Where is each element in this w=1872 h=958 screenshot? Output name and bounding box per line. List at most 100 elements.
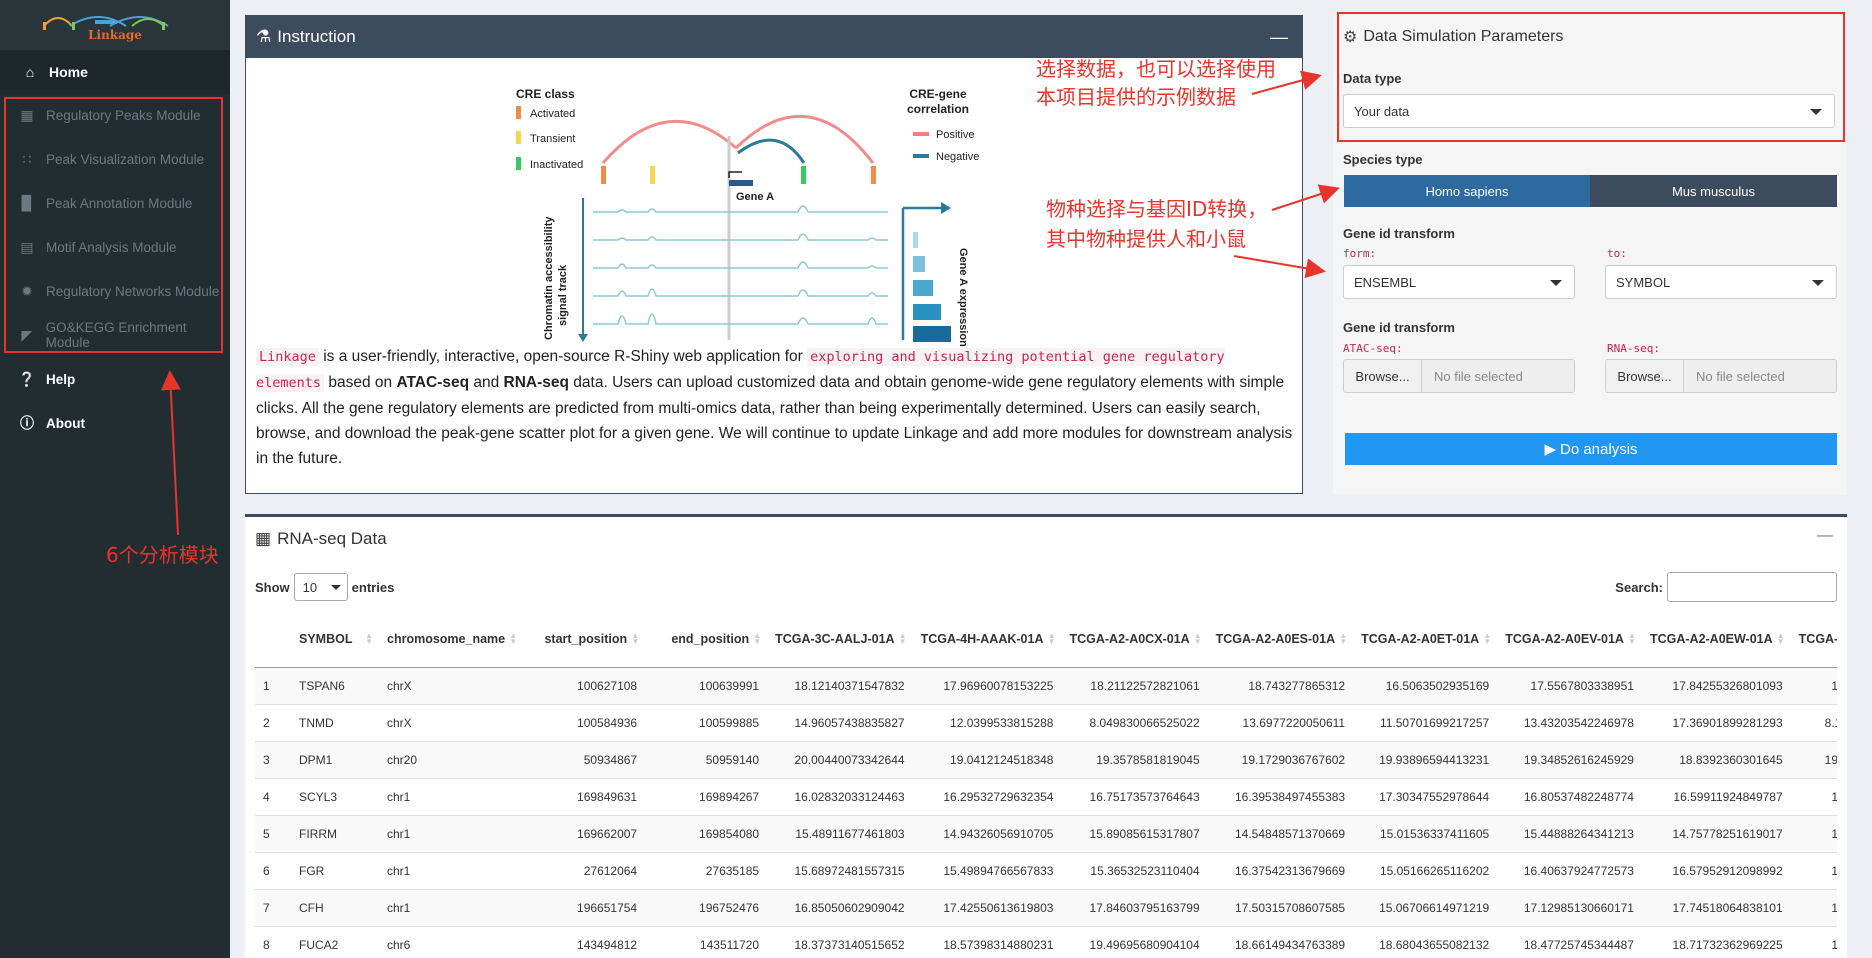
to-select[interactable]: SYMBOL (1605, 265, 1837, 299)
table-cell: TNMD (291, 703, 379, 741)
column-header[interactable]: TCGA-A2-A0EX-01A▲▼ (1790, 611, 1837, 668)
table-cell: 12.0399533815288 (912, 703, 1062, 741)
table-body: 1 TSPAN6 chrX 100627108 100639991 18.12140371… (255, 666, 1837, 958)
activated-label: Activated (530, 108, 575, 120)
table-cell: 6 (255, 851, 291, 889)
column-header[interactable]: TCGA-A2-A0EV-01A ▲ ▼ (1497, 611, 1642, 668)
table-row[interactable]: 1 TSPAN6 chrX 100627108 100639991 18.12140371… (255, 666, 1837, 704)
search-input[interactable] (1667, 572, 1837, 602)
table-cell: 17.84603795163799 (1061, 888, 1208, 926)
table-cell: 16.59911924849787 (1641, 777, 1791, 815)
table-row[interactable]: 4 SCYL3 chr1 169849631 169894267 16.028320331… (255, 777, 1837, 815)
table-cell: 17.42550613619803 (912, 888, 1062, 926)
table-row[interactable]: 5 FIRRM chr1 169662007 169854080 15.489116774… (255, 814, 1837, 852)
table-cell: 17.50315708607585 (1207, 888, 1354, 926)
table-cell: chr1 (379, 888, 524, 926)
column-header[interactable]: TCGA-A2-A0ET-01A ▲ ▼ (1353, 611, 1498, 668)
form-select[interactable]: ENSEMBL (1343, 265, 1575, 299)
table-cell: 143511720 (645, 925, 768, 958)
atac-browse-button[interactable]: Browse... (1344, 360, 1422, 392)
column-header[interactable]: chromosome_name ▲ ▼ (379, 611, 524, 668)
rna-browse-button[interactable]: Browse... (1606, 360, 1684, 392)
sidebar-item-label: About (46, 415, 85, 431)
table-cell: 17.30347552978644 (1353, 777, 1498, 815)
table-cell: chr6 (379, 925, 524, 958)
do-analysis-button[interactable]: ▶ Do analysis (1345, 433, 1837, 465)
table-cell: 16.37542313679669 (1207, 851, 1354, 889)
column-header[interactable]: TCGA-A2-A0ES-01A ▲ ▼ (1207, 611, 1354, 668)
table-cell: 17.96960078153225 (912, 666, 1062, 704)
table-row[interactable]: 3 DPM1 chr20 50934867 50959140 20.00440073342… (255, 740, 1837, 778)
table-cell: 18.743277865312 (1207, 666, 1354, 704)
search-control: Search: (1615, 572, 1837, 602)
to-label: to: (1607, 247, 1627, 260)
column-header[interactable]: TCGA-A2-A0EW-01A ▲ ▼ (1641, 611, 1791, 668)
table-cell: 15.36532523110404 (1061, 851, 1208, 889)
data-type-label: Data type (1343, 71, 1402, 86)
column-header[interactable]: TCGA-4H-AAAK-01A ▲ ▼ (912, 611, 1062, 668)
column-header[interactable]: end_position ▲ ▼ (645, 611, 768, 668)
sidebar-item-about[interactable]: ⓘ About (0, 401, 230, 445)
table-cell: 17.5567803338951 (1497, 666, 1642, 704)
table-cell: 196752476 (645, 888, 768, 926)
sort-icon: ▲ ▼ (1483, 631, 1492, 646)
table-row[interactable]: 7 CFH chr1 196651754 196752476 16.85050602909… (255, 888, 1837, 926)
table-cell: 14.96057438835827 (767, 703, 913, 741)
table-cell: 16.39538497455383 (1207, 777, 1354, 815)
table-cell: 50959140 (645, 740, 768, 778)
table-cell: 18.12140371547832 (767, 666, 913, 704)
parameters-panel: ⚙ Data Simulation Parameters Data type Y… (1333, 12, 1847, 495)
to-value: SYMBOL (1616, 274, 1671, 290)
table-cell: chr1 (379, 777, 524, 815)
sort-icon: ▲ ▼ (631, 631, 640, 646)
sidebar-item-help[interactable]: ❔ Help (0, 357, 230, 401)
table-cell: 18.71732362969225 (1641, 925, 1791, 958)
y-label-2: signal track (557, 264, 569, 326)
rna-seq-label: RNA-seq: (1607, 342, 1660, 355)
table-cell: 18.21122572821061 (1061, 666, 1208, 704)
play-icon: ▶ (1544, 441, 1556, 458)
table-row[interactable]: 8 FUCA2 chr6 143494812 143511720 18.373731405… (255, 925, 1837, 958)
table-cell: 16.80537482248774 (1497, 777, 1642, 815)
species-homo-sapiens[interactable]: Homo sapiens (1344, 175, 1590, 207)
table-cell: 15.68972481557315 (767, 851, 913, 889)
table-row[interactable]: 6 FGR chr1 27612064 27635185 15.6897248155731… (255, 851, 1837, 889)
collapse-button[interactable]: — (1817, 527, 1833, 545)
data-type-select[interactable]: Your data (1343, 94, 1835, 128)
modules-highlight-box (4, 97, 223, 353)
table-cell: chr1 (379, 851, 524, 889)
table-cell: 5 (255, 814, 291, 852)
column-header[interactable]: TCGA-3C-AALJ-01A ▲ ▼ (767, 611, 913, 668)
params-title-text: Data Simulation Parameters (1363, 28, 1564, 45)
species-mus-musculus[interactable]: Mus musculus (1590, 175, 1837, 207)
rna-file-input[interactable]: Browse... No file selected (1605, 359, 1837, 393)
atac-file-input[interactable]: Browse... No file selected (1343, 359, 1575, 393)
form-value: ENSEMBL (1354, 274, 1417, 290)
species-annotation-2: 其中物种提供人和小鼠 (1046, 227, 1246, 251)
table-cell: 15.06706614971219 (1353, 888, 1498, 926)
table-cell: 20.00440073342644 (767, 740, 913, 778)
table-row[interactable]: 2 TNMD chrX 100584936 100599885 14.9605743883… (255, 703, 1837, 741)
table-cell: 143494812 (523, 925, 646, 958)
sidebar-item-home[interactable]: ⌂ Home (0, 50, 230, 94)
rna-seq-header: ▦ RNA-seq Data (255, 529, 387, 549)
column-header[interactable]: TCGA-A2-A0CX-01A ▲ ▼ (1061, 611, 1208, 668)
table-cell: 18.37373140515652 (767, 925, 913, 958)
table-cell: chrX (379, 666, 524, 704)
entries-select[interactable]: 10 (293, 573, 348, 601)
table-cell: 19.0665242773131 (1790, 740, 1837, 778)
table-cell: 169854080 (645, 814, 768, 852)
column-header[interactable]: start_position ▲ ▼ (523, 611, 646, 668)
rna-seq-panel: ▦ RNA-seq Data — Show 10 entries Search:… (245, 514, 1847, 958)
table-cell: 18.57398314880231 (912, 925, 1062, 958)
sort-icon: ▲ ▼ (1776, 631, 1785, 646)
table-cell: 169894267 (645, 777, 768, 815)
table-cell: 14.384947451562 (1790, 814, 1837, 852)
logo[interactable]: Linkage (0, 0, 230, 50)
table-cell: 18.053624130927 (1790, 666, 1837, 704)
column-header[interactable]: SYMBOL ▲ ▼ (291, 611, 379, 668)
sort-icon: ▲ ▼ (898, 631, 907, 646)
collapse-button[interactable]: — (1270, 27, 1288, 48)
atac-file-name: No file selected (1422, 360, 1574, 392)
table-cell: 16.5063502935169 (1353, 666, 1498, 704)
